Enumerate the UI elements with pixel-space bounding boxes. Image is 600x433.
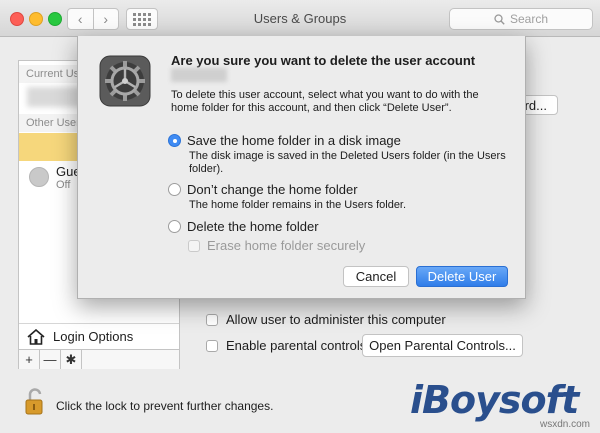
radio-dont-change[interactable] (168, 183, 181, 196)
delete-user-dialog: Are you sure you want to delete the user… (77, 36, 526, 299)
option-save-disk-image[interactable]: Save the home folder in a disk image (168, 133, 401, 148)
cancel-button[interactable]: Cancel (343, 266, 409, 287)
option-save-disk-image-description: The disk image is saved in the Deleted U… (189, 150, 506, 175)
blurred-account-name (171, 68, 227, 82)
radio-delete-home[interactable] (168, 220, 181, 233)
lock-message: Click the lock to prevent further change… (56, 399, 274, 413)
house-icon (27, 328, 45, 345)
option-dont-change-label: Don’t change the home folder (187, 182, 358, 197)
guest-user-status: Off (56, 179, 71, 191)
search-field[interactable]: Search (449, 8, 593, 30)
open-parental-controls-button[interactable]: Open Parental Controls... (362, 334, 523, 357)
admin-checkbox-row[interactable]: Allow user to administer this computer (206, 312, 446, 327)
search-placeholder: Search (509, 12, 549, 26)
delete-user-button[interactable]: Delete User (416, 266, 508, 287)
admin-checkbox[interactable] (206, 313, 218, 326)
site-watermark: wsxdn.com (540, 419, 591, 430)
admin-checkbox-label: Allow user to administer this computer (226, 312, 446, 327)
option-save-disk-image-label: Save the home folder in a disk image (187, 133, 401, 148)
dialog-title: Are you sure you want to delete the user… (171, 53, 476, 68)
erase-securely-label: Erase home folder securely (207, 238, 366, 253)
parental-checkbox-row[interactable]: Enable parental controls (206, 338, 366, 353)
option-delete-home[interactable]: Delete the home folder (168, 219, 319, 234)
option-dont-change-description: The home folder remains in the Users fol… (189, 199, 407, 211)
guest-avatar (29, 167, 49, 187)
sidebar-toolbar: + — ✱ (19, 349, 179, 369)
remove-user-button[interactable]: — (40, 350, 61, 369)
option-delete-home-label: Delete the home folder (187, 219, 319, 234)
login-options-label: Login Options (53, 329, 134, 344)
login-options-item[interactable]: Login Options (19, 323, 179, 349)
search-icon (494, 13, 505, 25)
erase-securely-row: Erase home folder securely (188, 238, 365, 253)
erase-securely-checkbox (188, 239, 200, 252)
radio-save-disk-image[interactable] (168, 134, 181, 147)
parental-checkbox-label: Enable parental controls (226, 338, 367, 353)
iboysoft-logo: iBoysoft (410, 378, 579, 422)
parental-checkbox[interactable] (206, 339, 218, 352)
lock-icon[interactable] (24, 388, 46, 416)
add-user-button[interactable]: + (19, 350, 40, 369)
system-preferences-gear-icon (99, 55, 151, 107)
option-dont-change[interactable]: Don’t change the home folder (168, 182, 358, 197)
dialog-message: To delete this user account, select what… (171, 89, 479, 114)
action-gear-button[interactable]: ✱ (61, 350, 82, 369)
window-titlebar: ‹ › Users & Groups Search (0, 0, 600, 37)
